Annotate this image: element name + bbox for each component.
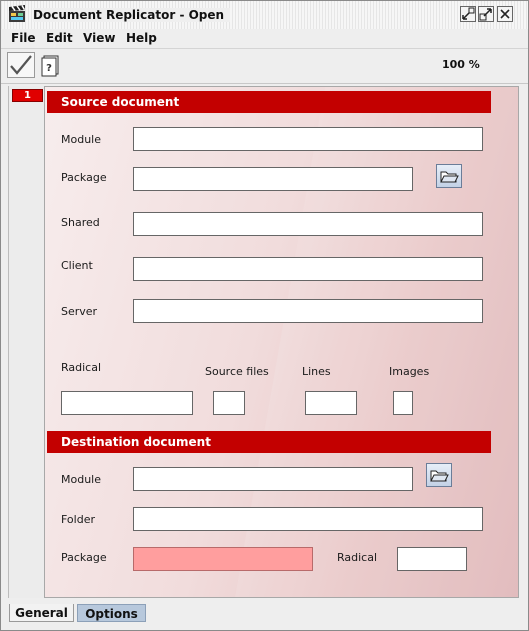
open-folder-icon bbox=[440, 171, 459, 183]
checkmark-icon[interactable] bbox=[7, 52, 35, 78]
destination-radical-field[interactable] bbox=[397, 547, 467, 571]
lines-label: Lines bbox=[302, 365, 331, 378]
source-document-header: Source document bbox=[47, 91, 491, 113]
images-label: Images bbox=[389, 365, 430, 378]
menu-bar bbox=[1, 29, 528, 48]
destination-folder-field[interactable] bbox=[133, 507, 483, 531]
source-module-label: Module bbox=[61, 133, 101, 146]
destination-radical-label: Radical bbox=[337, 551, 378, 564]
source-shared-label: Shared bbox=[61, 216, 100, 229]
menu-edit[interactable]: Edit bbox=[46, 31, 73, 45]
page-tab-strip bbox=[8, 86, 45, 598]
source-files-label: Source files bbox=[205, 365, 269, 378]
source-radical-label: Radical bbox=[61, 361, 102, 374]
source-client-label: Client bbox=[61, 259, 93, 272]
help-document-icon[interactable]: ? bbox=[37, 52, 65, 78]
source-files-field[interactable] bbox=[213, 391, 245, 415]
window-title: Document Replicator - Open bbox=[33, 8, 231, 22]
destination-package-field[interactable] bbox=[133, 547, 313, 571]
images-field[interactable] bbox=[393, 391, 413, 415]
svg-text:?: ? bbox=[46, 63, 52, 74]
source-shared-field[interactable] bbox=[133, 212, 483, 236]
destination-module-field[interactable] bbox=[133, 467, 413, 491]
close-icon[interactable] bbox=[497, 6, 513, 22]
source-radical-field[interactable] bbox=[61, 391, 193, 415]
menu-help[interactable]: Help bbox=[126, 31, 157, 45]
destination-browse-button[interactable] bbox=[426, 463, 452, 487]
minimize-icon[interactable] bbox=[460, 6, 476, 22]
open-folder-icon bbox=[430, 470, 449, 482]
source-package-label: Package bbox=[61, 171, 107, 184]
page-tab-1[interactable]: 1 bbox=[12, 89, 43, 102]
destination-module-label: Module bbox=[61, 473, 101, 486]
tab-options[interactable]: Options bbox=[77, 604, 146, 622]
clapperboard-icon[interactable] bbox=[8, 5, 26, 23]
menu-view[interactable]: View bbox=[83, 31, 115, 45]
destination-package-label: Package bbox=[61, 551, 107, 564]
source-browse-button[interactable] bbox=[436, 164, 462, 188]
source-module-field[interactable] bbox=[133, 127, 483, 151]
source-client-field[interactable] bbox=[133, 257, 483, 281]
maximize-icon[interactable] bbox=[478, 6, 494, 22]
source-server-field[interactable] bbox=[133, 299, 483, 323]
destination-folder-label: Folder bbox=[61, 513, 95, 526]
tab-general[interactable]: General bbox=[9, 604, 74, 622]
menu-file[interactable]: File bbox=[11, 31, 36, 45]
zoom-level: 100 % bbox=[442, 58, 480, 71]
destination-document-header: Destination document bbox=[47, 431, 491, 453]
source-server-label: Server bbox=[61, 305, 98, 318]
lines-field[interactable] bbox=[305, 391, 357, 415]
source-package-field[interactable] bbox=[133, 167, 413, 191]
